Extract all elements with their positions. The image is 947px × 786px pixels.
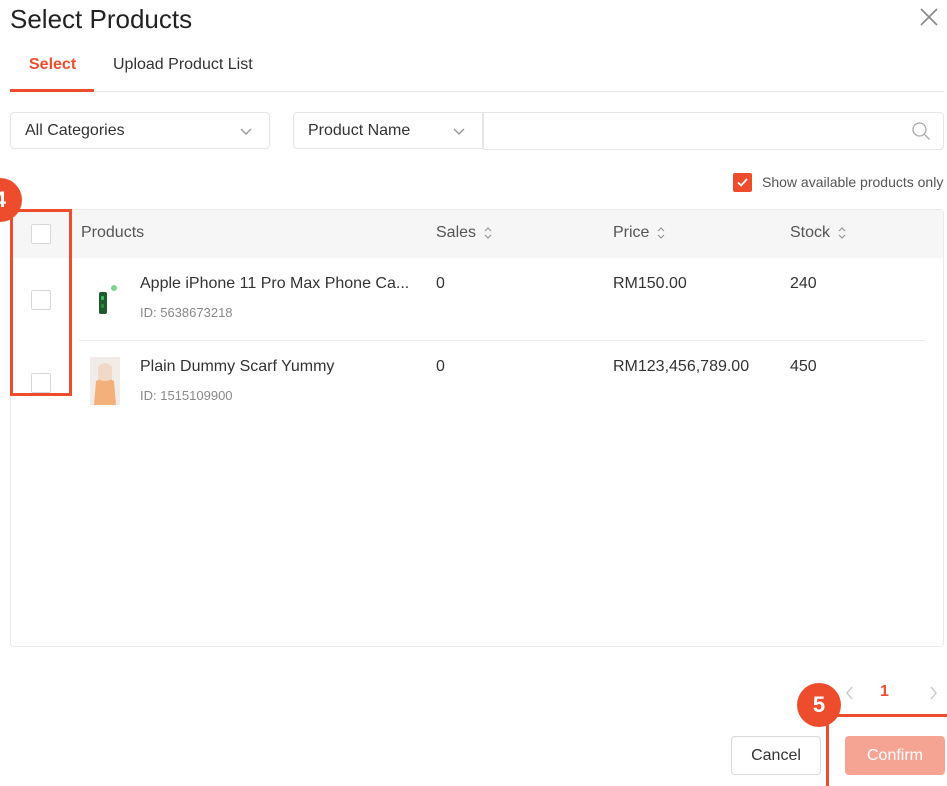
tab-upload-product-list[interactable]: Upload Product List: [113, 56, 253, 74]
table-row[interactable]: Plain Dummy Scarf Yummy ID: 1515109900 0…: [11, 341, 943, 424]
search-field-value: Product Name: [308, 121, 411, 139]
product-thumbnail-image: [99, 285, 117, 314]
product-id: ID: 5638673218: [140, 305, 233, 320]
sort-icon[interactable]: [484, 227, 492, 239]
table-row[interactable]: Apple iPhone 11 Pro Max Phone Ca... ID: …: [11, 258, 943, 341]
dialog-title: Select Products: [10, 4, 193, 34]
chevron-right-icon[interactable]: [926, 684, 940, 702]
active-tab-indicator: [10, 89, 94, 92]
available-only-checkbox[interactable]: [733, 172, 752, 192]
column-price[interactable]: Price: [613, 224, 665, 242]
chevron-down-icon: [453, 128, 465, 135]
step-5-highlight: [826, 714, 947, 786]
tab-bar: Select Upload Product List: [10, 50, 944, 92]
cancel-button[interactable]: Cancel: [731, 736, 821, 775]
checkmark-icon: [737, 177, 748, 187]
sort-icon[interactable]: [657, 227, 665, 239]
price-value: RM123,456,789.00: [613, 358, 750, 375]
column-sales-label: Sales: [436, 224, 477, 241]
sales-value: 0: [436, 358, 445, 375]
show-available-toggle[interactable]: Show available products only: [733, 172, 943, 192]
search-icon[interactable]: [911, 121, 931, 141]
step-4-highlight: [10, 209, 72, 396]
product-name[interactable]: Apple iPhone 11 Pro Max Phone Ca...: [140, 275, 409, 293]
chevron-left-icon[interactable]: [843, 684, 857, 702]
sales-value: 0: [436, 275, 445, 292]
column-stock[interactable]: Stock: [790, 224, 846, 242]
column-price-label: Price: [613, 224, 650, 241]
chevron-down-icon: [240, 128, 252, 135]
available-only-label: Show available products only: [762, 174, 944, 190]
product-id: ID: 1515109900: [140, 388, 233, 403]
search-field-select[interactable]: Product Name: [293, 112, 483, 149]
product-search-input[interactable]: [483, 112, 944, 150]
table-header: Products Sales Price Stock: [11, 210, 943, 258]
pagination-current-page[interactable]: 1: [880, 683, 889, 701]
step-5-badge: 5: [797, 683, 841, 727]
product-thumbnail-image: [90, 357, 120, 405]
price-value: RM150.00: [613, 275, 687, 292]
column-stock-label: Stock: [790, 224, 831, 241]
category-select[interactable]: All Categories: [10, 112, 270, 149]
column-products: Products: [81, 224, 144, 242]
tab-select[interactable]: Select: [29, 56, 76, 74]
close-icon[interactable]: [918, 6, 940, 28]
stock-value: 240: [790, 275, 817, 292]
column-products-label: Products: [81, 224, 145, 241]
category-select-value: All Categories: [25, 121, 125, 139]
product-name[interactable]: Plain Dummy Scarf Yummy: [140, 358, 334, 376]
product-table: Products Sales Price Stock Apple iPhone …: [10, 209, 944, 647]
sort-icon[interactable]: [838, 227, 846, 239]
column-sales[interactable]: Sales: [436, 224, 492, 242]
stock-value: 450: [790, 358, 817, 375]
